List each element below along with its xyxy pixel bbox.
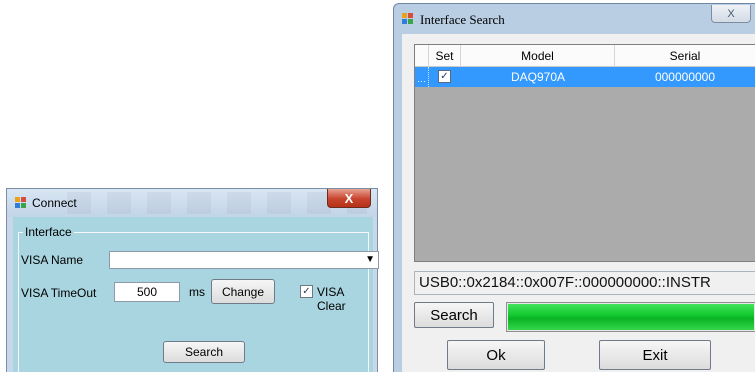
instrument-search-button[interactable]: Search [414, 302, 494, 328]
ok-button[interactable]: Ok [447, 340, 545, 370]
search-window-title: Interface Search [420, 12, 505, 27]
column-header-set[interactable]: Set [429, 45, 461, 67]
app-icon [402, 13, 414, 25]
visa-clear-checkbox[interactable]: ✓ [300, 285, 313, 298]
row-marker-icon: … [415, 67, 429, 87]
search-progress-bar [506, 302, 755, 332]
close-icon[interactable]: X [327, 189, 371, 208]
resource-string-field[interactable]: USB0::0x2184::0x007F::000000000::INSTR [414, 271, 755, 295]
chevron-down-icon[interactable]: ▼ [365, 254, 375, 265]
visa-name-label: VISA Name [21, 253, 84, 267]
connect-body: Interface VISA Name ▼ VISA TimeOut 500 m… [13, 217, 379, 372]
row-header-corner [415, 45, 429, 67]
connect-search-button[interactable]: Search [163, 341, 245, 363]
app-icon [15, 197, 27, 209]
close-icon[interactable]: X [711, 5, 751, 23]
exit-button[interactable]: Exit [599, 340, 711, 370]
column-header-serial[interactable]: Serial [615, 45, 755, 67]
search-body: Set Model Serial … ✓ DAQ970A 000000000 U… [402, 34, 755, 372]
background-ghost-text [67, 192, 367, 214]
connect-window: Connect X Interface VISA Name ▼ VISA Tim… [6, 188, 379, 372]
interface-search-window: Interface Search X Set Model Serial … ✓ … [393, 3, 755, 372]
row-model-cell: DAQ970A [510, 70, 566, 84]
search-title-bar[interactable]: Interface Search X [394, 4, 755, 34]
table-row[interactable]: … ✓ DAQ970A 000000000 [415, 67, 755, 87]
connect-window-title: Connect [32, 196, 77, 210]
interface-group-label: Interface [23, 225, 74, 239]
visa-timeout-input[interactable]: 500 [114, 282, 180, 302]
grid-header: Set Model Serial [415, 45, 755, 67]
visa-timeout-label: VISA TimeOut [21, 286, 97, 300]
progress-fill [508, 304, 754, 330]
visa-name-select[interactable]: ▼ [109, 251, 379, 269]
timeout-unit-label: ms [189, 285, 205, 299]
instrument-grid[interactable]: Set Model Serial … ✓ DAQ970A 000000000 [414, 44, 755, 262]
connect-title-bar[interactable]: Connect X [7, 189, 377, 217]
change-button[interactable]: Change [211, 279, 275, 304]
column-header-model[interactable]: Model [461, 45, 615, 67]
row-set-checkbox[interactable]: ✓ [438, 70, 451, 83]
row-serial-cell: 000000000 [654, 70, 716, 84]
visa-clear-label: VISA Clear [317, 285, 346, 313]
